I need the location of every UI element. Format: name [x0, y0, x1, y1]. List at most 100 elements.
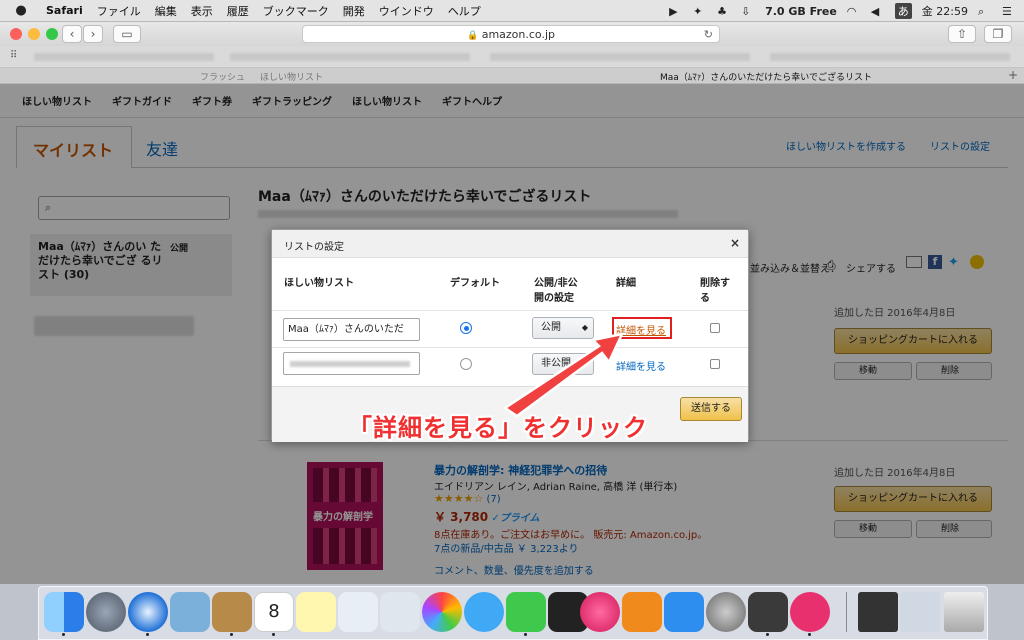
- download-icon[interactable]: ⇩: [741, 5, 755, 18]
- default-radio-selected[interactable]: [460, 322, 472, 334]
- menu-develop[interactable]: 開発: [343, 3, 365, 19]
- evernote-icon[interactable]: ♣: [717, 5, 731, 18]
- blurred-list-name: [290, 361, 410, 367]
- share-button[interactable]: ⇧: [948, 25, 976, 43]
- delete-checkbox[interactable]: [710, 323, 720, 333]
- public-select-value: 公開: [541, 322, 561, 333]
- default-radio[interactable]: [460, 358, 472, 370]
- dropbox-icon[interactable]: ✦: [693, 5, 707, 18]
- address-bar[interactable]: 🔒 amazon.co.jp ↻: [302, 25, 720, 43]
- minimize-window-button[interactable]: [28, 28, 40, 40]
- running-indicator: [146, 633, 149, 636]
- menu-edit[interactable]: 編集: [155, 3, 177, 19]
- annotation-callout: 「詳細を見る」をクリック: [348, 414, 648, 442]
- menu-help[interactable]: ヘルプ: [448, 3, 481, 19]
- running-indicator: [62, 633, 65, 636]
- list-name-input[interactable]: Maa（ﾑﾏｧ）さんのいただ: [283, 318, 420, 341]
- play-icon[interactable]: ▶: [669, 5, 683, 18]
- row-divider: [272, 347, 748, 348]
- evernote-app-icon[interactable]: [748, 592, 788, 632]
- system-preferences-icon[interactable]: [706, 592, 746, 632]
- sidebar-icon: ▭: [121, 27, 133, 41]
- mail-app-icon[interactable]: [170, 592, 210, 632]
- submit-button[interactable]: 送信する: [680, 397, 742, 421]
- running-indicator: [808, 633, 811, 636]
- dock-separator: [846, 592, 847, 632]
- menu-file[interactable]: ファイル: [97, 3, 141, 19]
- running-indicator: [524, 633, 527, 636]
- messages-icon[interactable]: [464, 592, 504, 632]
- launchpad-icon[interactable]: [86, 592, 126, 632]
- col-header-list: ほしい物リスト: [284, 278, 354, 289]
- dialog-header: リストの設定 ×: [272, 230, 748, 258]
- volume-icon[interactable]: ◀: [871, 5, 885, 18]
- blurred-bookmarks: [490, 53, 750, 61]
- finder-icon[interactable]: [44, 592, 84, 632]
- calendar-icon[interactable]: 8: [254, 592, 294, 632]
- wifi-icon[interactable]: ◠: [847, 5, 861, 18]
- grid-icon[interactable]: ⠿: [10, 50, 17, 61]
- col-header-default: デフォルト: [450, 278, 500, 289]
- share-icon: ⇧: [956, 27, 968, 41]
- safari-icon[interactable]: [128, 592, 168, 632]
- col-header-delete: 削除す る: [700, 276, 730, 306]
- documents-stack-icon[interactable]: [900, 592, 940, 632]
- menu-window[interactable]: ウインドウ: [379, 3, 434, 19]
- list-name-input-2[interactable]: [283, 352, 420, 375]
- downloads-stack-icon[interactable]: [858, 592, 898, 632]
- facetime-icon[interactable]: [506, 592, 546, 632]
- itunes-icon[interactable]: [580, 592, 620, 632]
- show-tabs-button[interactable]: ❐: [984, 25, 1012, 43]
- chevron-left-icon: ‹: [69, 27, 75, 41]
- new-tab-icon[interactable]: +: [1008, 68, 1018, 82]
- blurred-bookmarks: [770, 53, 1010, 61]
- ibooks-icon[interactable]: [622, 592, 662, 632]
- public-select-value-2: 非公開: [541, 358, 571, 369]
- forward-button[interactable]: ›: [83, 25, 103, 43]
- menu-history[interactable]: 履歴: [227, 3, 249, 19]
- trash-icon[interactable]: [944, 592, 984, 632]
- active-tab-title[interactable]: Maa（ﾑﾏｧ）さんのいただけたら幸いでござるリスト: [660, 70, 872, 83]
- spotlight-icon[interactable]: ⌕: [978, 5, 992, 18]
- col-header-public-line1: 公開/非公: [534, 278, 578, 289]
- menu-app-name[interactable]: Safari: [46, 4, 83, 17]
- delete-checkbox-2[interactable]: [710, 359, 720, 369]
- app-store-icon[interactable]: [664, 592, 704, 632]
- select-caret-icon: ◆: [581, 359, 588, 368]
- blurred-bookmarks: [34, 53, 214, 61]
- public-select[interactable]: 公開 ◆: [532, 317, 594, 339]
- input-method[interactable]: あ: [894, 3, 912, 19]
- menu-view[interactable]: 表示: [191, 3, 213, 19]
- running-indicator: [272, 633, 275, 636]
- tabs-icon: ❐: [992, 27, 1004, 41]
- close-window-button[interactable]: [10, 28, 22, 40]
- running-indicator: [766, 633, 769, 636]
- menu-bar: ● Safari ファイル 編集 表示 履歴 ブックマーク 開発 ウインドウ ヘ…: [0, 0, 1024, 22]
- reminders-icon[interactable]: [338, 592, 378, 632]
- tab-other-label-2[interactable]: ほしい物リスト: [260, 70, 323, 83]
- memory-status[interactable]: 7.0 GB Free: [765, 5, 837, 18]
- maps-icon[interactable]: [380, 592, 420, 632]
- zoom-window-button[interactable]: [46, 28, 58, 40]
- blurred-bookmarks: [230, 53, 470, 61]
- running-indicator: [230, 633, 233, 636]
- back-button[interactable]: ‹: [62, 25, 82, 43]
- sidebar-toggle-button[interactable]: ▭: [113, 25, 141, 43]
- contacts-icon[interactable]: [212, 592, 252, 632]
- apple-menu-icon[interactable]: ●: [10, 3, 32, 18]
- favorites-bar: ⠿: [0, 46, 1024, 68]
- notification-center-icon[interactable]: ☰: [1002, 5, 1016, 18]
- menu-bookmarks[interactable]: ブックマーク: [263, 3, 329, 19]
- tab-other-label[interactable]: フラッシュ: [200, 70, 245, 83]
- skitch-icon[interactable]: [790, 592, 830, 632]
- col-header-public: 公開/非公 開の設定: [534, 276, 578, 306]
- view-details-link-2[interactable]: 詳細を見る: [616, 358, 666, 373]
- reload-icon[interactable]: ↻: [704, 26, 713, 43]
- public-select-2[interactable]: 非公開 ◆: [532, 353, 594, 375]
- notes-icon[interactable]: [296, 592, 336, 632]
- tab-bar: フラッシュ ほしい物リスト Maa（ﾑﾏｧ）さんのいただけたら幸いでござるリスト…: [0, 68, 1024, 84]
- browser-toolbar: ‹ › ▭ 🔒 amazon.co.jp ↻ ⇧ ❐: [0, 22, 1024, 46]
- menu-clock[interactable]: 金 22:59: [922, 3, 968, 19]
- photos-icon[interactable]: [422, 592, 462, 632]
- close-icon[interactable]: ×: [730, 236, 740, 250]
